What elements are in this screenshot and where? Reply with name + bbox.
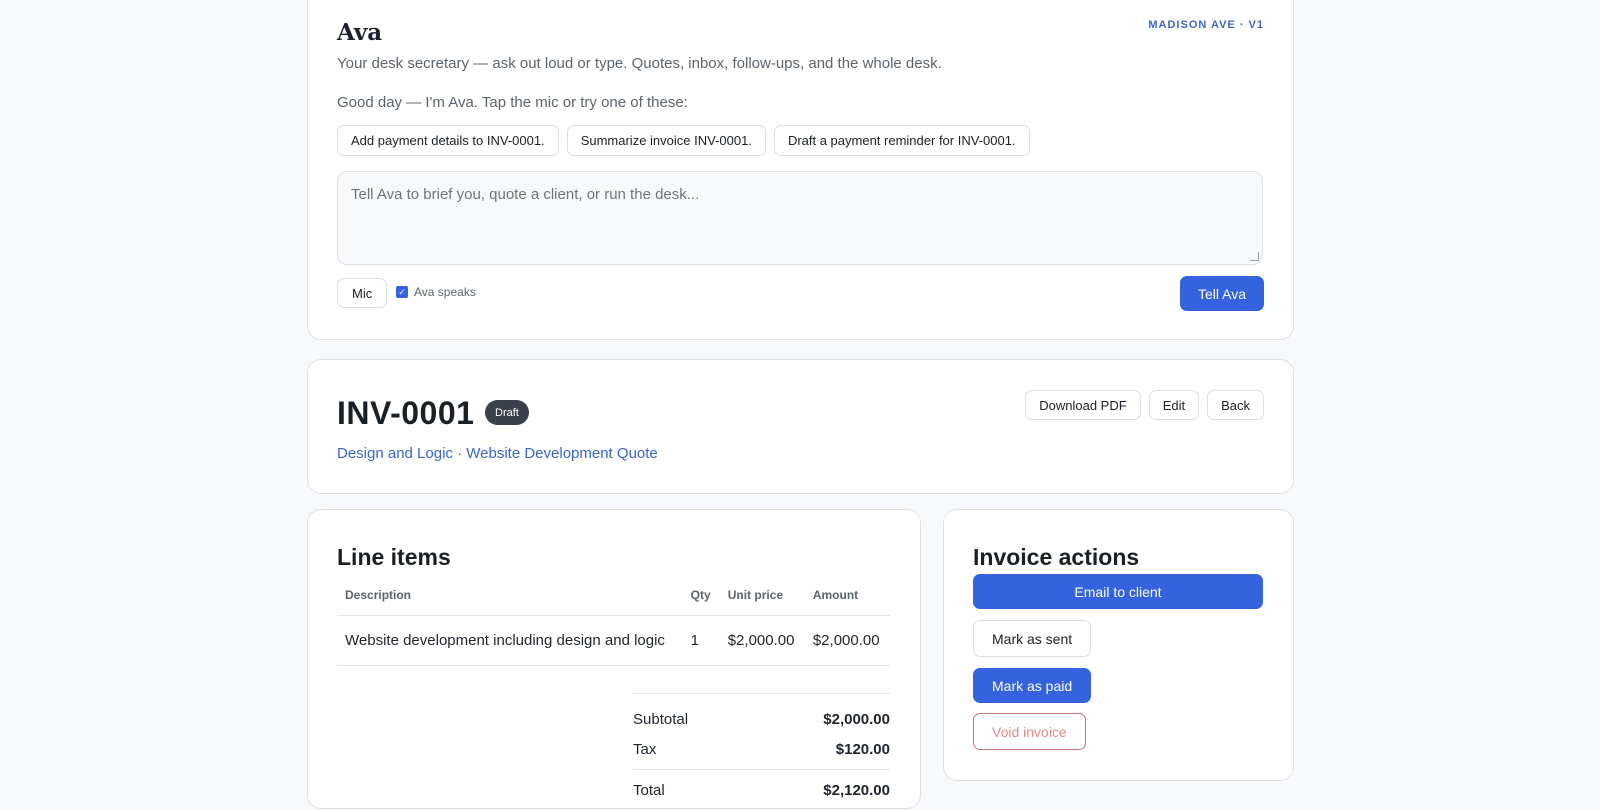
ava-input[interactable]: Tell Ava to brief you, quote a client, o… [337, 171, 1263, 265]
invoice-breadcrumb: Design and Logic · Website Development Q… [337, 445, 658, 462]
status-badge: Draft [485, 400, 529, 425]
tax-value: $120.00 [835, 740, 890, 758]
checkbox-checked-icon[interactable]: ✓ [396, 286, 408, 298]
tax-row: Tax $120.00 [633, 734, 890, 764]
item-qty: 1 [682, 615, 720, 666]
column-header-unit-price: Unit price [719, 575, 805, 616]
ava-subtitle: Your desk secretary — ask out loud or ty… [337, 55, 942, 72]
download-pdf-button[interactable]: Download PDF [1025, 390, 1141, 420]
subtotal-label: Subtotal [633, 710, 689, 728]
version-tag: MADISON AVE · V1 [1148, 19, 1264, 31]
tell-ava-button[interactable]: Tell Ava [1180, 276, 1264, 311]
invoice-actions-title: Invoice actions [973, 544, 1140, 570]
mark-as-paid-button[interactable]: Mark as paid [973, 668, 1092, 703]
suggestion-chip-summarize[interactable]: Summarize invoice INV-0001. [566, 125, 766, 156]
subtotal-value: $2,000.00 [823, 710, 890, 728]
breadcrumb-separator: · [457, 445, 463, 462]
ava-title: Ava [337, 19, 383, 46]
void-invoice-button[interactable]: Void invoice [973, 713, 1086, 750]
email-to-client-button[interactable]: Email to client [973, 574, 1263, 609]
column-header-amount: Amount [804, 575, 890, 616]
item-amount: $2,000.00 [804, 615, 890, 666]
client-link[interactable]: Design and Logic [337, 445, 453, 462]
quote-link[interactable]: Website Development Quote [466, 445, 658, 462]
table-header-row: Description Qty Unit price Amount [337, 575, 890, 616]
ava-panel: Ava MADISON AVE · V1 Your desk secretary… [307, 0, 1294, 340]
invoice-actions-panel: Invoice actions Email to client Mark as … [943, 509, 1294, 781]
suggestion-chip-reminder[interactable]: Draft a payment reminder for INV-0001. [773, 125, 1030, 156]
tax-label: Tax [633, 740, 657, 758]
line-items-panel: Line items Description Qty Unit price Am… [307, 509, 921, 809]
mark-as-sent-button[interactable]: Mark as sent [973, 620, 1092, 657]
edit-button[interactable]: Edit [1148, 390, 1200, 420]
header-actions: Download PDF Edit Back [1025, 390, 1264, 420]
ava-greeting: Good day — I'm Ava. Tap the mic or try o… [337, 94, 688, 111]
column-header-description: Description [337, 575, 683, 616]
totals: Subtotal $2,000.00 Tax $120.00 Total $2,… [633, 693, 890, 810]
column-header-qty: Qty [682, 575, 720, 616]
item-unit-price: $2,000.00 [719, 615, 805, 666]
table-row: Website development including design and… [337, 615, 890, 666]
back-button[interactable]: Back [1207, 390, 1264, 420]
mic-button[interactable]: Mic [337, 278, 388, 308]
total-label: Total [633, 781, 665, 799]
subtotal-row: Subtotal $2,000.00 [633, 704, 890, 734]
ava-speaks-toggle[interactable]: ✓ Ava speaks [396, 285, 476, 299]
item-description: Website development including design and… [337, 615, 683, 666]
invoice-header: INV-0001 Draft Design and Logic · Websit… [307, 359, 1294, 494]
suggestion-chip-payment-details[interactable]: Add payment details to INV-0001. [337, 125, 559, 156]
line-items-title: Line items [337, 544, 451, 570]
invoice-number: INV-0001 [337, 395, 475, 431]
resize-handle-icon[interactable] [1250, 252, 1259, 261]
line-items-table: Description Qty Unit price Amount Websit… [337, 575, 890, 666]
suggestion-chips: Add payment details to INV-0001. Summari… [337, 125, 1030, 156]
total-value: $2,120.00 [823, 781, 890, 799]
ava-speaks-label: Ava speaks [414, 285, 476, 299]
ava-input-placeholder: Tell Ava to brief you, quote a client, o… [351, 186, 700, 203]
total-row: Total $2,120.00 [633, 769, 890, 810]
